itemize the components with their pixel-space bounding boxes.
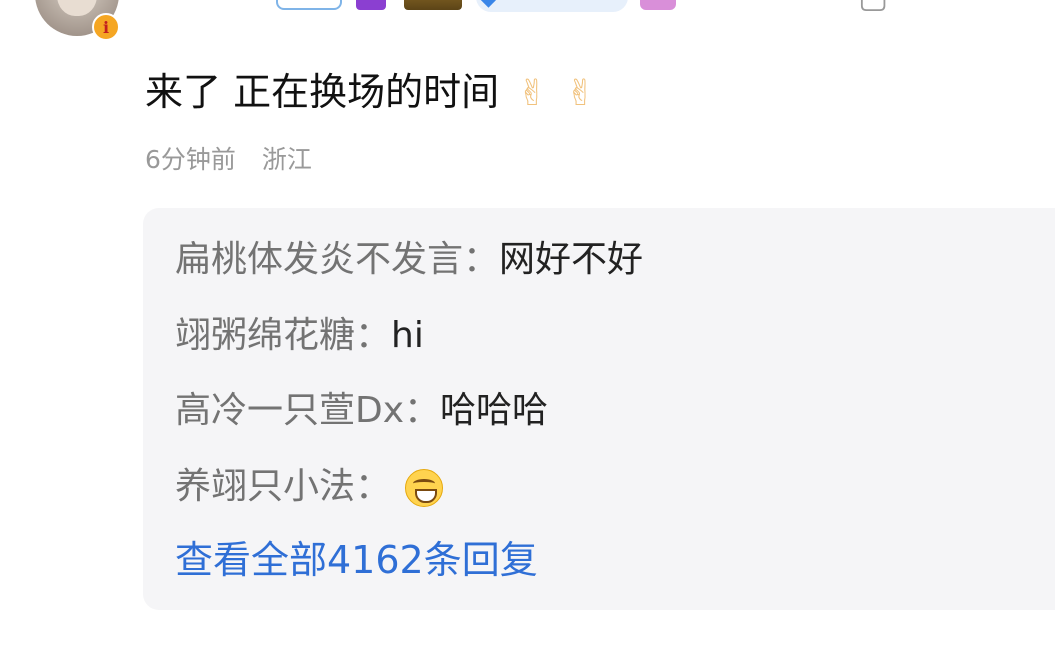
reply-item[interactable]: 养翊只小法： (175, 461, 444, 513)
reply-author[interactable]: 扁桃体发炎不发言： (175, 239, 499, 280)
replies-panel: 扁桃体发炎不发言：网好不好 翊粥绵花糖：hi 高冷一只萱Dx：哈哈哈 养翊只小法… (143, 208, 1055, 610)
reply-text: hi (391, 315, 424, 356)
reply-text: 网好不好 (499, 239, 644, 280)
reply-item[interactable]: 翊粥绵花糖：hi (175, 310, 424, 362)
comment-text: 来了 正在换场的时间 ✌ ✌ (145, 64, 596, 122)
user-tag (276, 0, 342, 10)
victory-hand-emoji: ✌ (517, 73, 548, 114)
more-options-icon[interactable]: · (1028, 0, 1036, 16)
medal-badge-icon (404, 0, 462, 10)
comment-time: 6分钟前 (145, 145, 236, 174)
comment-meta: 6分钟前 浙江 (145, 140, 312, 176)
like-icon[interactable]: ▢ (858, 0, 894, 14)
avatar-face (57, 0, 97, 16)
fan-badge-icon (640, 0, 676, 10)
verified-check-icon: ◆ (480, 0, 506, 10)
reply-author[interactable]: 养翊只小法： (175, 466, 391, 507)
comment-body: 来了 正在换场的时间 (145, 70, 500, 114)
level-badge-icon (356, 0, 386, 10)
view-all-replies-link[interactable]: 查看全部4162条回复 (175, 534, 538, 586)
victory-hand-emoji: ✌ (565, 73, 596, 114)
comment-location: 浙江 (261, 145, 312, 174)
reply-item[interactable]: 高冷一只萱Dx：哈哈哈 (175, 385, 548, 437)
info-badge-icon: i (92, 13, 120, 41)
reply-author[interactable]: 翊粥绵花糖： (175, 315, 391, 356)
reply-author[interactable]: 高冷一只萱Dx： (175, 390, 440, 431)
grinning-face-icon (405, 469, 444, 507)
reply-item[interactable]: 扁桃体发炎不发言：网好不好 (175, 234, 643, 286)
reply-text: 哈哈哈 (440, 390, 549, 431)
